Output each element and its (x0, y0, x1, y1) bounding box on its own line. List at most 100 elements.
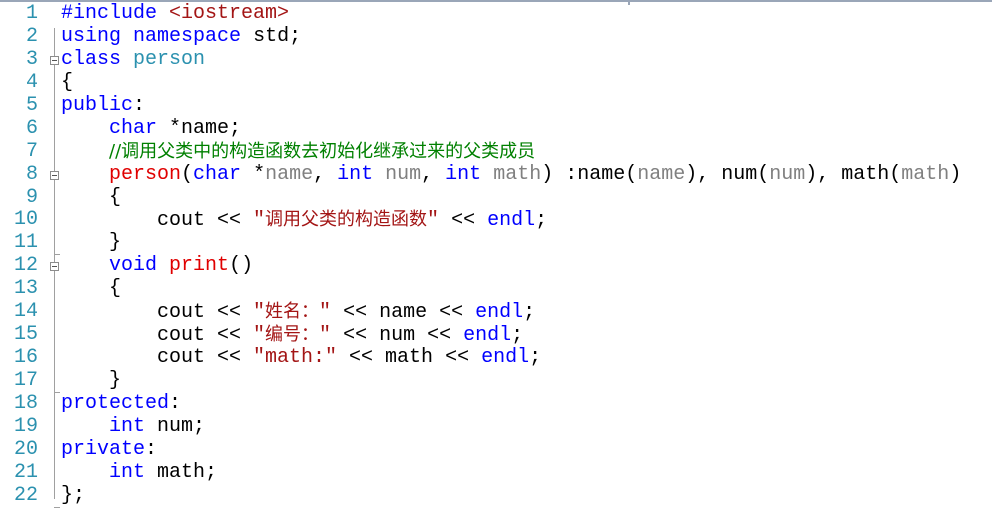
code-text: void print() (61, 254, 254, 278)
code-text: cout << "math:" << math << endl; (61, 346, 541, 370)
code-line[interactable]: 17 } (0, 369, 992, 393)
token-kw: protected (61, 391, 170, 415)
token-inc: <iostream> (169, 2, 290, 25)
code-line[interactable]: 22}; (0, 483, 992, 508)
line-number: 14 (13, 300, 38, 324)
line-number: 1 (25, 2, 38, 25)
code-text: } (61, 369, 122, 393)
token-type: person (133, 47, 206, 71)
token-plain: << math << (337, 346, 482, 370)
token-fn: print (169, 254, 230, 278)
code-line[interactable]: 3 class person (0, 47, 992, 72)
token-kw: endl (481, 346, 530, 370)
token-kw: char (109, 116, 158, 140)
code-line[interactable]: 4{ (0, 70, 992, 95)
code-editor[interactable]: 1 #include <iostream> 2 using namespace std… (0, 2, 992, 508)
token-plain: () (229, 254, 254, 278)
token-plain: { (61, 70, 74, 94)
token-plain: num; (145, 414, 206, 438)
code-text: { (61, 186, 121, 210)
code-text: person(char *name, int num, int math) :n… (61, 162, 961, 187)
code-line[interactable]: 1 #include <iostream> (0, 2, 992, 26)
code-line[interactable]: 14 cout << "姓名：" << name << endl; (0, 300, 992, 325)
token-param: name (265, 162, 314, 186)
collapse-icon[interactable] (50, 55, 59, 65)
token-kw: void (109, 254, 158, 278)
code-line[interactable]: 11 } (0, 231, 992, 256)
line-number: 8 (25, 162, 38, 186)
line-number: 3 (25, 47, 38, 71)
code-line[interactable]: 8 person(char *name, int num, int math) … (0, 162, 992, 187)
token-plain: cout << (61, 346, 254, 370)
code-line[interactable]: 10 cout << "调用父类的构造函数" << endl; (0, 208, 992, 233)
token-str: "math:" (253, 346, 338, 370)
code-line[interactable]: 15 cout << "编号：" << num << endl; (0, 323, 992, 348)
line-number: 20 (13, 437, 38, 461)
code-line[interactable]: 19 int num; (0, 414, 992, 439)
code-line[interactable]: 9 { (0, 185, 992, 210)
line-number: 21 (13, 460, 38, 484)
line-number: 5 (25, 93, 38, 117)
token-str: "调用父类的构造函数" (253, 209, 440, 233)
token-plain: << (439, 209, 488, 233)
token-kw: endl (463, 324, 512, 348)
token-kw: private (61, 437, 146, 461)
code-line[interactable]: 13 { (0, 277, 992, 301)
code-line[interactable]: 20 private: (0, 437, 992, 462)
line-number: 22 (13, 483, 38, 507)
code-line[interactable]: 5 public: (0, 93, 992, 118)
collapse-icon[interactable] (50, 262, 59, 272)
token-kw: endl (487, 209, 536, 233)
line-number: 6 (25, 116, 38, 140)
code-line[interactable]: 18 protected: (0, 391, 992, 416)
line-number: 16 (13, 346, 38, 370)
line-number: 17 (13, 369, 38, 392)
code-line[interactable]: 2 using namespace std; (0, 24, 992, 49)
token-kw: class (61, 47, 122, 71)
token-plain: } (61, 369, 122, 392)
line-number: 19 (13, 414, 38, 438)
code-line[interactable]: 16 cout << "math:" << math << endl; (0, 346, 992, 370)
code-text: { (61, 70, 74, 95)
collapse-icon[interactable] (50, 170, 59, 180)
token-str: "姓名：" (253, 301, 332, 325)
code-text: cout << "编号：" << num << endl; (61, 324, 523, 348)
code-text: int math; (61, 460, 217, 485)
code-line[interactable]: 7 //调用父类中的构造函数去初始化继承过来的父类成员 (0, 140, 992, 164)
token-kw: int (109, 460, 146, 484)
line-number: 2 (25, 24, 38, 48)
code-text: cout << "调用父类的构造函数" << endl; (61, 209, 547, 233)
token-kw: char (193, 162, 242, 186)
code-text: class person (61, 47, 206, 72)
token-str: "编号：" (253, 324, 332, 348)
line-number: 4 (25, 70, 38, 94)
code-line[interactable]: 6 char *name; (0, 116, 992, 141)
token-kw: int (445, 162, 482, 186)
token-kw: endl (475, 301, 524, 325)
token-plain: cout << (61, 209, 254, 233)
token-plain: << num << (331, 324, 464, 348)
token-plain: ; (535, 209, 548, 233)
code-text: char *name; (61, 116, 242, 141)
line-number: 9 (25, 185, 38, 209)
token-plain: ) :name( (541, 162, 638, 186)
code-text: cout << "姓名：" << name << endl; (61, 301, 535, 325)
token-plain: *name; (157, 116, 242, 140)
token-param: name (637, 162, 686, 186)
token-plain: { (61, 277, 122, 301)
token-plain: , (313, 162, 338, 186)
code-line[interactable]: 12 void print() (0, 254, 992, 278)
code-text: }; (61, 484, 85, 508)
code-text: } (61, 231, 121, 255)
token-plain: ; (511, 324, 524, 348)
code-text: int num; (61, 414, 206, 439)
token-pp: #include (61, 2, 170, 25)
code-line[interactable]: 21 int math; (0, 460, 992, 485)
